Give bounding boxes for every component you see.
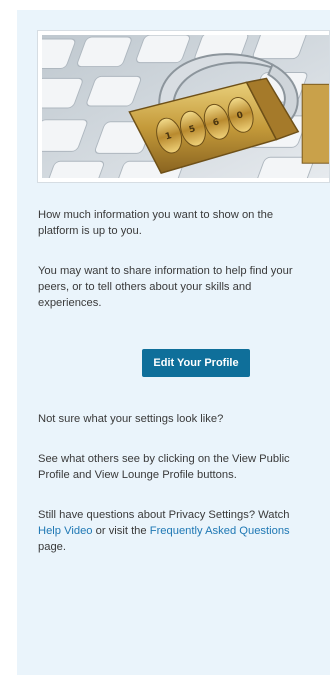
help-video-link[interactable]: Help Video <box>38 525 93 537</box>
edit-profile-button[interactable]: Edit Your Profile <box>142 349 250 377</box>
help-mid-text: or visit the <box>92 525 150 537</box>
settings-question-text: Not sure what your settings look like? <box>38 413 224 425</box>
intro-paragraph: How much information you want to show on… <box>38 207 273 239</box>
help-lead: Still have questions about Privacy Setti… <box>38 509 290 521</box>
share-line: experiences. <box>38 297 102 309</box>
settings-question: Not sure what your settings look like? <box>38 411 223 427</box>
view-profile-line: See what others see by clicking on the V… <box>38 453 290 465</box>
share-line: peers, or to tell others about your skil… <box>38 281 252 293</box>
help-paragraph: Still have questions about Privacy Setti… <box>38 507 290 555</box>
share-line: You may want to share information to hel… <box>38 265 293 277</box>
padlock-image: 1 5 6 0 <box>42 35 329 178</box>
privacy-panel: 1 5 6 0 How much information you want to… <box>17 10 330 675</box>
faq-link[interactable]: Frequently Asked Questions <box>150 525 290 537</box>
help-links-line: Help Video or visit the Frequently Asked… <box>38 523 290 539</box>
help-tail: page. <box>38 541 66 553</box>
share-paragraph: You may want to share information to hel… <box>38 263 293 311</box>
view-profile-line: Profile and View Lounge Profile buttons. <box>38 469 237 481</box>
view-profile-paragraph: See what others see by clicking on the V… <box>38 451 290 483</box>
intro-line: platform is up to you. <box>38 225 142 237</box>
intro-line: How much information you want to show on… <box>38 209 274 221</box>
hero-image: 1 5 6 0 <box>37 30 330 183</box>
